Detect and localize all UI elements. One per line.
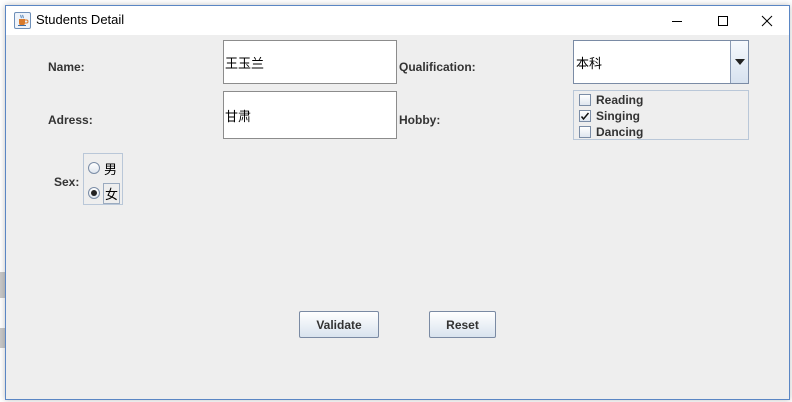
maximize-icon <box>718 15 728 26</box>
qualification-combo[interactable]: 本科 <box>573 40 749 84</box>
java-cup-icon <box>14 12 31 29</box>
dropdown-arrow-icon <box>734 59 745 65</box>
radio-selected-icon <box>88 187 100 199</box>
reset-button[interactable]: Reset <box>429 311 496 338</box>
sex-radio-male[interactable]: 男 <box>88 157 118 179</box>
hobby-checkbox-dancing[interactable]: Dancing <box>579 124 643 140</box>
checkbox-unchecked-icon <box>579 126 591 138</box>
radio-unselected-icon <box>88 162 100 174</box>
close-icon <box>761 15 773 26</box>
address-field[interactable]: 甘肃 <box>223 91 397 139</box>
hobby-checkbox-singing[interactable]: Singing <box>579 108 640 124</box>
sex-group: 男 女 <box>83 153 123 205</box>
checkbox-unchecked-icon <box>579 94 591 106</box>
hobby-checkbox-reading[interactable]: Reading <box>579 92 643 108</box>
minimize-button[interactable] <box>654 6 700 35</box>
checkbox-checked-icon <box>579 110 591 122</box>
sex-radio-female[interactable]: 女 <box>88 182 121 204</box>
name-field[interactable]: 王玉兰 <box>223 40 397 84</box>
sex-option-label: 男 <box>104 162 118 178</box>
window-title: Students Detail <box>36 12 125 27</box>
students-detail-window: Students Detail Name: 王玉兰 Adress: 甘肃 Qua… <box>5 5 790 400</box>
hobby-option-label: Dancing <box>596 125 644 139</box>
minimize-icon <box>672 20 682 22</box>
hobby-group: Reading Singing Dancing <box>573 90 749 140</box>
qualification-selected-value: 本科 <box>576 56 603 72</box>
maximize-button[interactable] <box>700 6 746 35</box>
title-bar[interactable]: Students Detail <box>6 6 789 35</box>
form-panel: Name: 王玉兰 Adress: 甘肃 Qualification: 本科 H… <box>6 35 789 399</box>
hobby-option-label: Reading <box>596 93 644 107</box>
qualification-label: Qualification: <box>399 60 476 74</box>
qualification-dropdown-button[interactable] <box>730 41 748 83</box>
validate-button[interactable]: Validate <box>299 311 379 338</box>
close-button[interactable] <box>744 6 790 35</box>
hobby-label: Hobby: <box>399 113 441 127</box>
sex-label: Sex: <box>54 175 80 189</box>
address-label: Adress: <box>48 113 93 127</box>
hobby-option-label: Singing <box>596 109 640 123</box>
name-label: Name: <box>48 60 85 74</box>
sex-option-label: 女 <box>103 182 121 204</box>
